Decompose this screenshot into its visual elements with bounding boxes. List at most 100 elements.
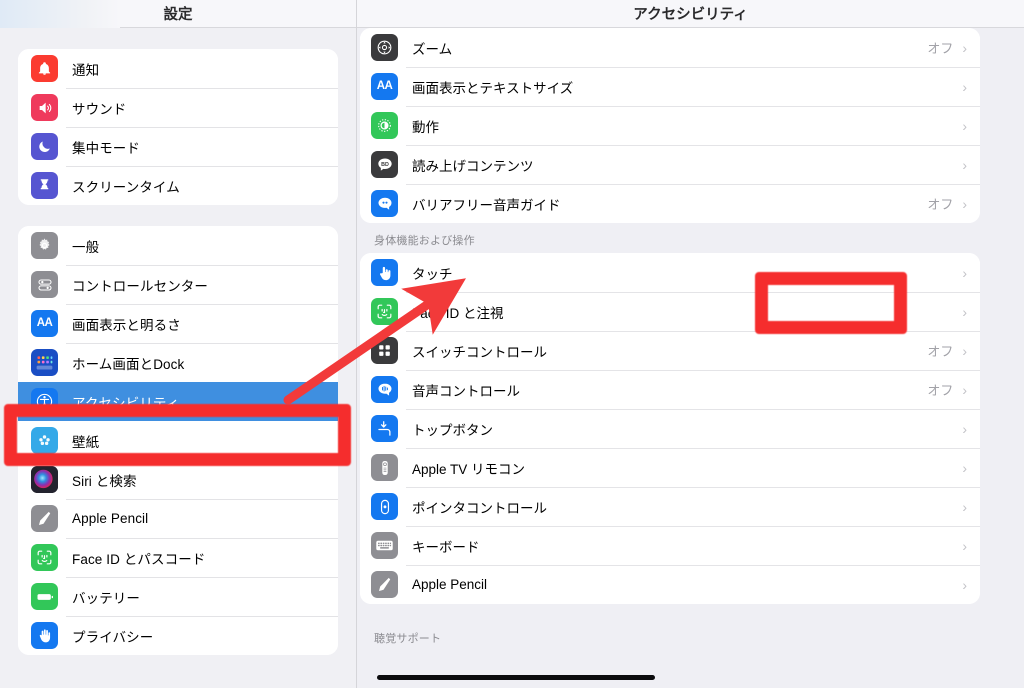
home-screen-dock-icon [31, 349, 58, 376]
speaker-icon [31, 94, 58, 121]
bell-icon [31, 55, 58, 82]
audio-descriptions-icon [371, 190, 398, 217]
sidebar-item-label: 画面表示と明るさ [72, 317, 181, 333]
detail-item-value: オフ [927, 197, 954, 212]
sidebar-item-control-center[interactable]: コントロールセンター [18, 265, 338, 304]
sidebar-item-accessibility[interactable]: アクセシビリティ [18, 382, 338, 421]
sidebar-item-wallpaper[interactable]: 壁紙 [18, 421, 338, 460]
chevron-right-icon: › [962, 576, 967, 593]
control-center-icon [31, 271, 58, 298]
chevron-right-icon: › [962, 498, 967, 515]
detail-item-display-text-size[interactable]: AA 画面表示とテキストサイズ › [360, 67, 980, 106]
sidebar-item-label: ホーム画面とDock [72, 356, 185, 372]
sidebar-item-home-screen-dock[interactable]: ホーム画面とDock [18, 343, 338, 382]
touch-icon [371, 259, 398, 286]
sidebar-item-display-brightness[interactable]: AA 画面表示と明るさ [18, 304, 338, 343]
detail-item-label: スイッチコントロール [412, 344, 547, 360]
detail-section-header-physical: 身体機能および操作 [374, 235, 475, 247]
detail-item-label: Apple Pencil [412, 577, 488, 592]
privacy-hand-icon [31, 622, 58, 649]
sidebar-item-battery[interactable]: バッテリー [18, 577, 338, 616]
chevron-right-icon: › [962, 303, 967, 320]
detail-item-motion[interactable]: 動作 › [360, 106, 980, 145]
chevron-right-icon: › [962, 156, 967, 173]
moon-icon [31, 133, 58, 160]
chevron-right-icon: › [962, 537, 967, 554]
detail-header: アクセシビリティ [357, 0, 1024, 28]
pointer-control-icon [371, 493, 398, 520]
sidebar-item-label: スクリーンタイム [72, 179, 180, 195]
sidebar-item-sounds[interactable]: サウンド [18, 88, 338, 127]
sidebar-item-label: バッテリー [72, 590, 140, 606]
display-text-size-icon: AA [371, 73, 398, 100]
detail-item-zoom[interactable]: ズーム オフ › [360, 28, 980, 67]
detail-item-label: キーボード [412, 539, 480, 555]
detail-item-top-button[interactable]: トップボタン › [360, 409, 980, 448]
sidebar-group-notifications: 通知 サウンド 集中モード スクリーンタイム [18, 49, 338, 205]
wallpaper-icon [31, 427, 58, 454]
siri-icon [31, 466, 58, 493]
sidebar-item-focus[interactable]: 集中モード [18, 127, 338, 166]
detail-group-physical-motor: タッチ › Face ID と注視 › スイッチコントロール オフ › 音声コン… [360, 253, 980, 604]
detail-item-touch[interactable]: タッチ › [360, 253, 980, 292]
sidebar-item-general[interactable]: 一般 [18, 226, 338, 265]
detail-item-apple-pencil[interactable]: Apple Pencil › [360, 565, 980, 604]
detail-item-spoken-content[interactable]: BD 読み上げコンテンツ › [360, 145, 980, 184]
chevron-right-icon: › [962, 195, 967, 212]
sidebar-item-label: 通知 [72, 62, 100, 78]
sidebar-item-siri-search[interactable]: Siri と検索 [18, 460, 338, 499]
face-id-attention-icon [371, 298, 398, 325]
detail-item-label: 読み上げコンテンツ [412, 158, 534, 174]
detail-section-header-hearing: 聴覚サポート [374, 633, 442, 645]
detail-scroll-area[interactable]: ズーム オフ › AA 画面表示とテキストサイズ › 動作 › BD 読み上げコ… [357, 10, 1024, 688]
detail-title: アクセシビリティ [633, 7, 748, 23]
accessibility-detail-panel: アクセシビリティ ズーム オフ › AA 画面表示とテキストサイズ › 動作 ›… [356, 0, 1024, 688]
sidebar-item-label: サウンド [72, 101, 127, 117]
keyboard-icon [371, 532, 398, 559]
ipad-settings-screen: 設定 通知 サウンド 集中モード スクリーンタイム 一般 コントロールセンター … [0, 0, 1024, 688]
sidebar-item-face-id-passcode[interactable]: Face ID とパスコード [18, 538, 338, 577]
sidebar-item-label: Siri と検索 [72, 473, 137, 489]
chevron-right-icon: › [962, 381, 967, 398]
detail-item-apple-tv-remote[interactable]: Apple TV リモコン › [360, 448, 980, 487]
detail-item-face-id-attention[interactable]: Face ID と注視 › [360, 292, 980, 331]
detail-item-label: 画面表示とテキストサイズ [412, 80, 574, 96]
sidebar-item-label: Face ID とパスコード [72, 551, 206, 567]
detail-item-keyboard[interactable]: キーボード › [360, 526, 980, 565]
detail-group-vision: ズーム オフ › AA 画面表示とテキストサイズ › 動作 › BD 読み上げコ… [360, 28, 980, 223]
sidebar-title: 設定 [163, 7, 193, 23]
detail-item-label: ポインタコントロール [412, 500, 547, 516]
switch-control-icon [371, 337, 398, 364]
sidebar-item-label: コントロールセンター [72, 278, 208, 294]
hourglass-icon [31, 172, 58, 199]
sidebar-item-label: プライバシー [72, 629, 154, 645]
sidebar-item-apple-pencil[interactable]: Apple Pencil [18, 499, 338, 538]
top-button-icon [371, 415, 398, 442]
detail-item-value: オフ [927, 344, 954, 359]
detail-item-voice-control[interactable]: 音声コントロール オフ › [360, 370, 980, 409]
detail-item-switch-control[interactable]: スイッチコントロール オフ › [360, 331, 980, 370]
apple-tv-remote-icon [371, 454, 398, 481]
detail-item-pointer-control[interactable]: ポインタコントロール › [360, 487, 980, 526]
detail-item-audio-descriptions[interactable]: バリアフリー音声ガイド オフ › [360, 184, 980, 223]
sidebar-group-general: 一般 コントロールセンター AA 画面表示と明るさ ホーム画面とDock アクセ… [18, 226, 338, 655]
apple-pencil-icon [31, 505, 58, 532]
apple-pencil-icon [371, 571, 398, 598]
detail-item-label: Face ID と注視 [412, 305, 504, 321]
svg-text:BD: BD [381, 162, 389, 168]
detail-item-label: 動作 [412, 119, 439, 135]
sidebar-item-privacy[interactable]: プライバシー [18, 616, 338, 655]
sidebar-item-label: アクセシビリティ [72, 395, 180, 411]
settings-sidebar: 設定 通知 サウンド 集中モード スクリーンタイム 一般 コントロールセンター … [0, 0, 356, 688]
sidebar-item-screen-time[interactable]: スクリーンタイム [18, 166, 338, 205]
detail-item-label: トップボタン [412, 422, 493, 438]
sidebar-scroll-area[interactable]: 通知 サウンド 集中モード スクリーンタイム 一般 コントロールセンター AA … [0, 4, 356, 688]
detail-item-label: タッチ [412, 266, 453, 282]
motion-icon [371, 112, 398, 139]
zoom-icon [371, 34, 398, 61]
display-brightness-icon: AA [31, 310, 58, 337]
sidebar-item-label: Apple Pencil [72, 511, 149, 526]
detail-item-label: Apple TV リモコン [412, 461, 526, 477]
sidebar-item-notifications[interactable]: 通知 [18, 49, 338, 88]
